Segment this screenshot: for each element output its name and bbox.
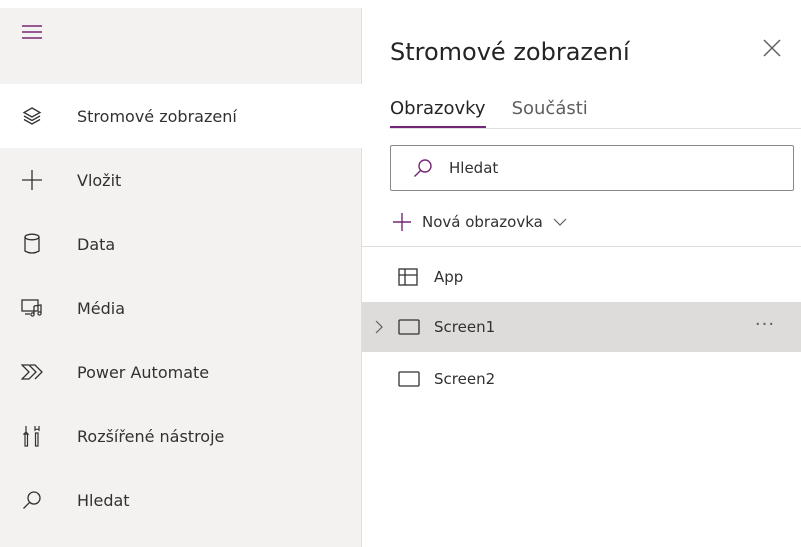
rail-item-media[interactable]: Média xyxy=(0,276,362,340)
rail-item-power-automate[interactable]: Power Automate xyxy=(0,340,362,404)
more-options-button[interactable]: ··· xyxy=(750,314,780,338)
chevron-right-icon[interactable] xyxy=(372,320,386,334)
close-button[interactable] xyxy=(762,38,786,62)
rail-item-label: Média xyxy=(77,298,126,318)
power-automate-icon xyxy=(21,361,43,383)
rail-item-label: Data xyxy=(77,234,116,254)
app-grid-icon xyxy=(398,268,420,286)
tab-divider xyxy=(390,128,801,129)
tree-item-screen2[interactable]: Screen2 xyxy=(362,354,801,404)
plus-icon xyxy=(21,169,43,191)
toolbar-divider xyxy=(362,246,801,247)
rail-item-advanced-tools[interactable]: Rozšířené nástroje xyxy=(0,404,362,468)
tree-item-label: Screen1 xyxy=(434,318,496,336)
tree-item-label: App xyxy=(434,268,464,286)
rail-item-label: Hledat xyxy=(77,490,130,510)
chevron-down-icon xyxy=(553,218,567,226)
rail-item-label: Vložit xyxy=(77,170,122,190)
tree-item-screen1[interactable]: Screen1 ··· xyxy=(362,302,801,352)
top-strip xyxy=(0,0,801,8)
tab-components[interactable]: Součásti xyxy=(512,98,588,128)
tab-screens[interactable]: Obrazovky xyxy=(390,98,486,129)
screen-icon xyxy=(398,318,420,336)
rail-item-data[interactable]: Data xyxy=(0,212,362,276)
layers-icon xyxy=(21,105,43,127)
close-icon xyxy=(763,39,781,57)
rail-item-label: Power Automate xyxy=(77,362,210,382)
rail-item-tree-view[interactable]: Stromové zobrazení xyxy=(0,84,362,148)
rail-item-search[interactable]: Hledat xyxy=(0,468,362,532)
hamburger-icon xyxy=(22,25,42,39)
search-input[interactable] xyxy=(447,158,771,178)
new-screen-label: Nová obrazovka xyxy=(422,213,543,231)
database-icon xyxy=(21,233,43,255)
tree-search-box[interactable] xyxy=(390,145,794,191)
advanced-tools-icon xyxy=(21,425,43,447)
app-root: Stromové zobrazení Vložit Data Média Pow… xyxy=(0,0,801,547)
tree-view-panel: Stromové zobrazení Obrazovky Součásti Hl… xyxy=(362,8,801,547)
media-icon xyxy=(21,297,43,319)
rail-item-label: Rozšířené nástroje xyxy=(77,426,225,446)
screen-icon xyxy=(398,370,420,388)
rail-item-label: Stromové zobrazení xyxy=(77,106,237,126)
new-screen-button[interactable]: Nová obrazovka xyxy=(392,208,567,236)
search-icon xyxy=(414,159,432,177)
tree-item-label: Screen2 xyxy=(434,370,496,388)
rail-item-insert[interactable]: Vložit xyxy=(0,148,362,212)
hamburger-menu-button[interactable] xyxy=(22,22,44,42)
search-icon xyxy=(21,489,43,511)
tree-item-app[interactable]: App xyxy=(362,252,801,302)
left-rail: Stromové zobrazení Vložit Data Média Pow… xyxy=(0,8,362,547)
panel-title: Stromové zobrazení xyxy=(390,38,630,66)
plus-icon xyxy=(393,213,411,231)
